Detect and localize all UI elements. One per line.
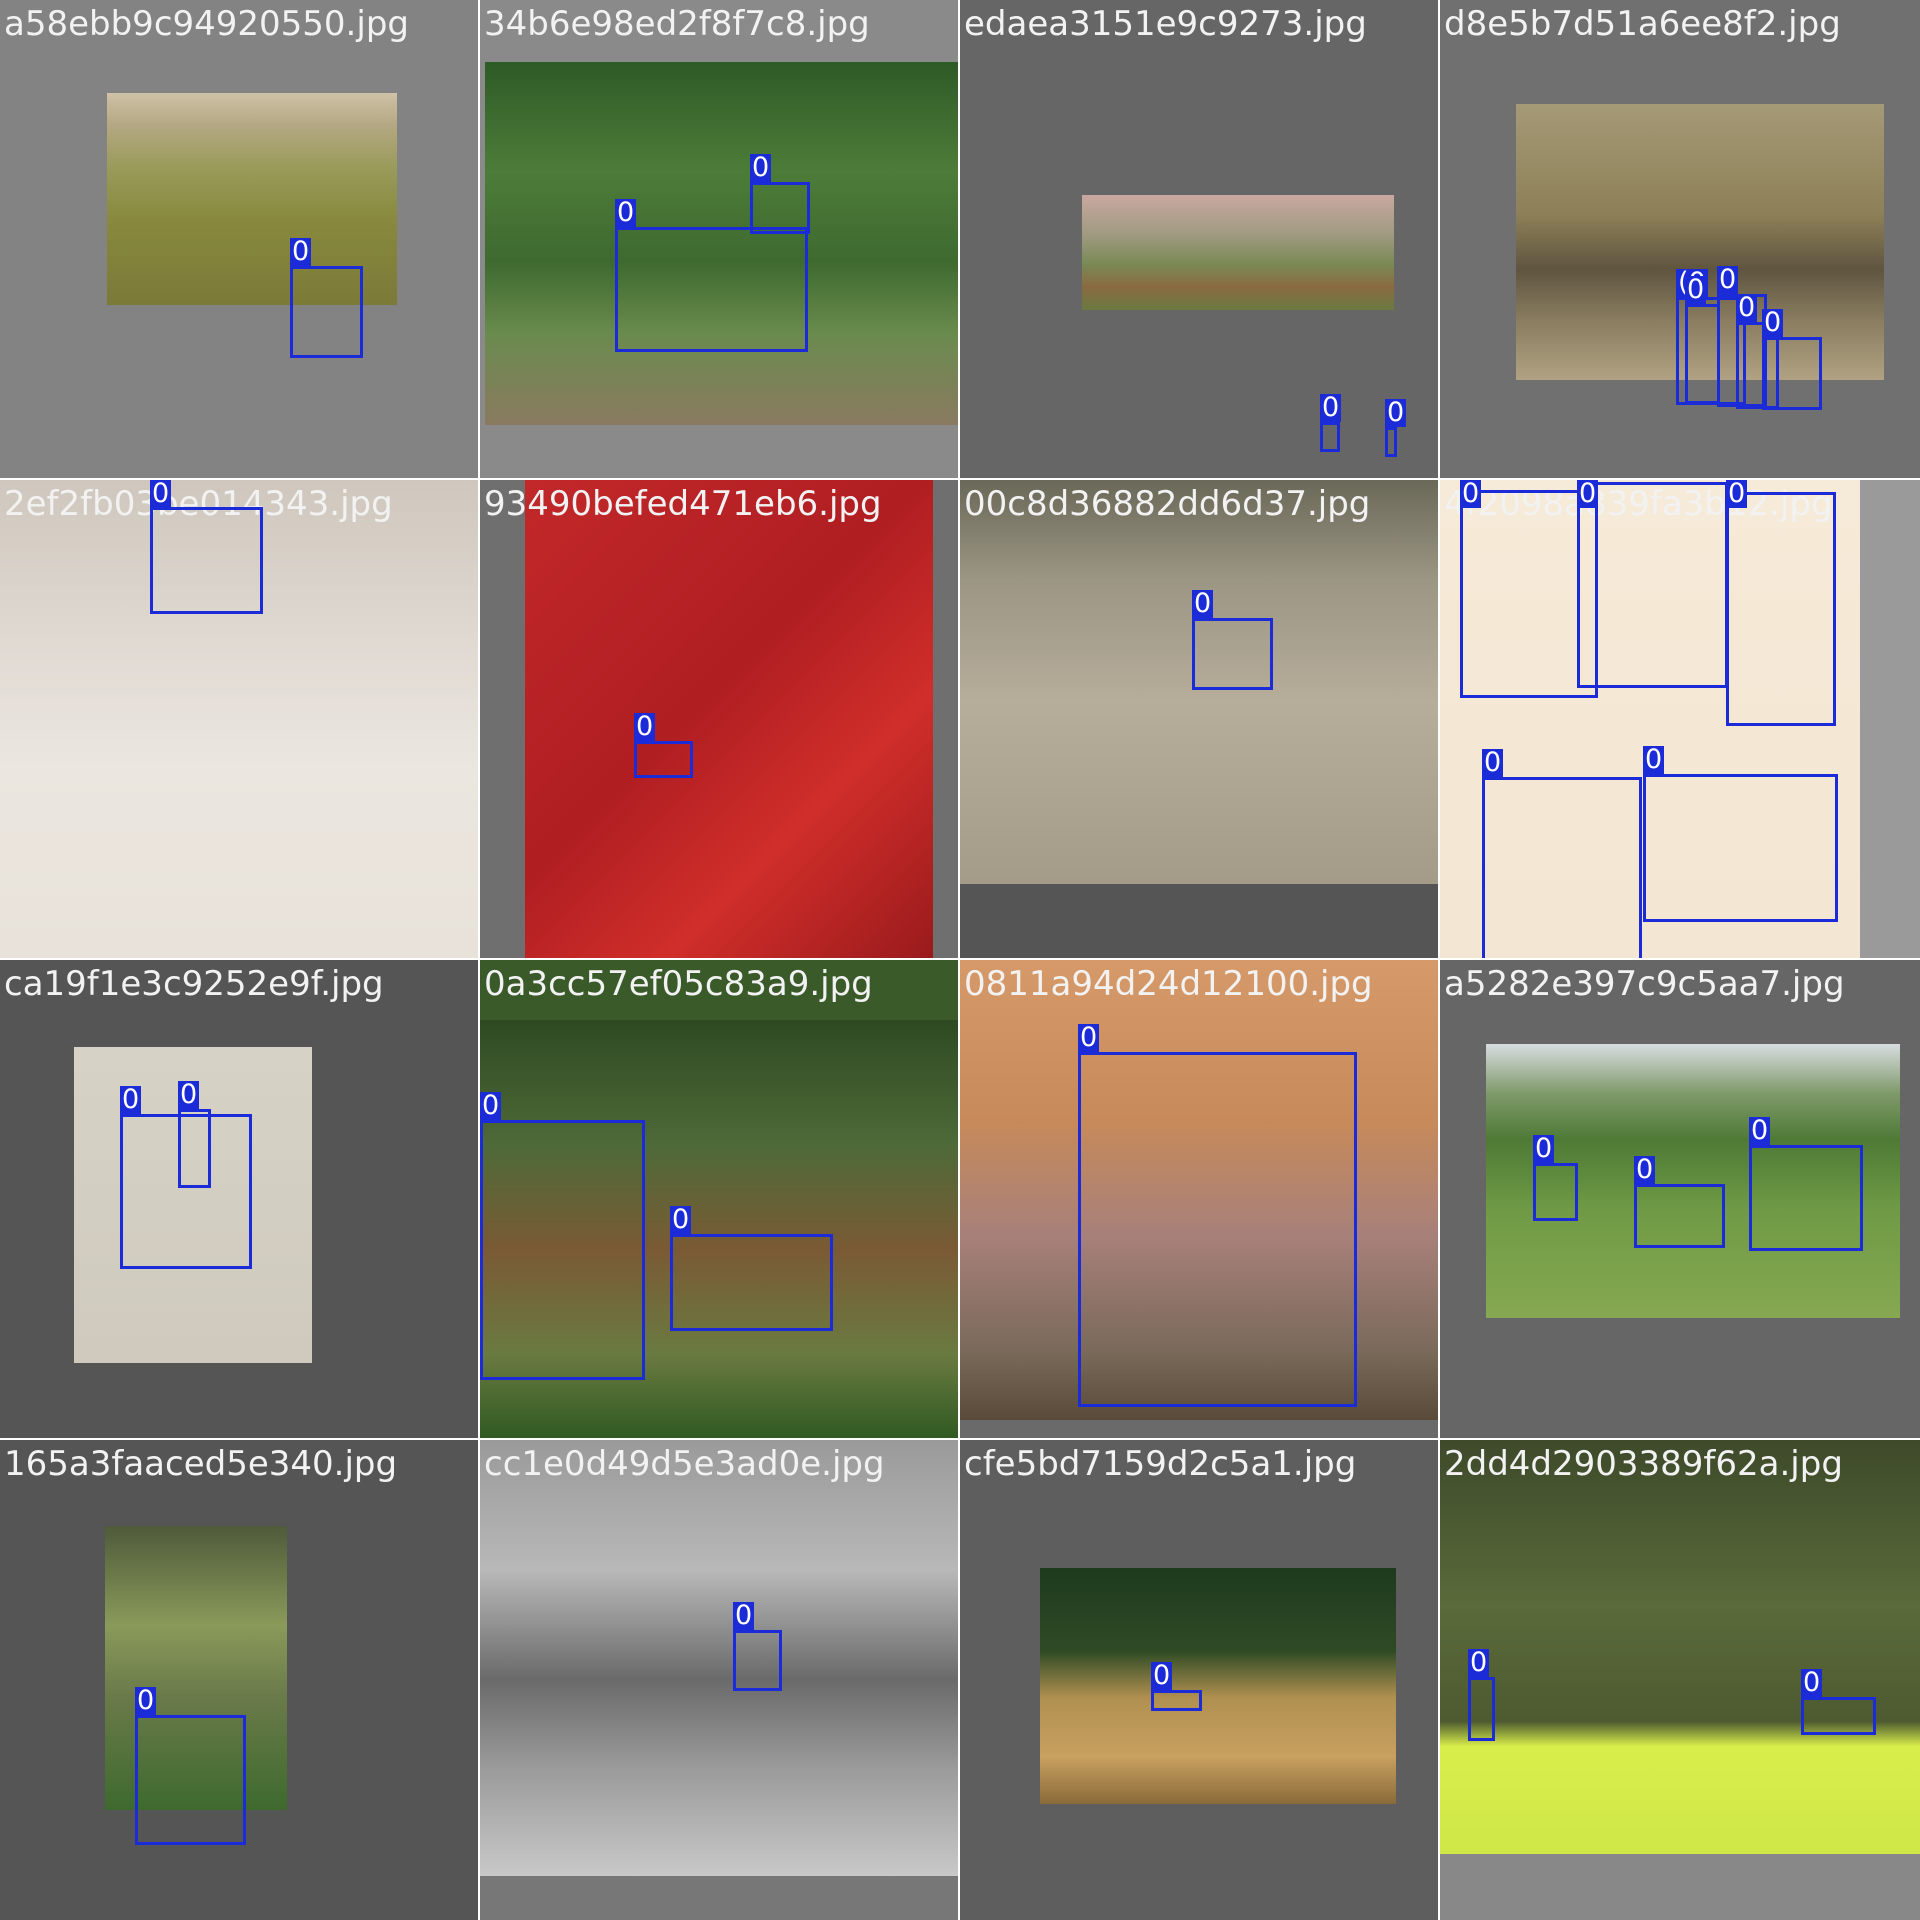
grid-tile[interactable]: 00c8d36882dd6d37.jpg 0 (960, 480, 1438, 958)
image-thumbnail[interactable] (1440, 1440, 1920, 1854)
image-filename: a58ebb9c94920550.jpg (4, 4, 409, 44)
image-thumbnail[interactable] (1040, 1568, 1396, 1804)
image-filename: 0a3cc57ef05c83a9.jpg (484, 964, 873, 1004)
detection-label: 0 (1726, 480, 1748, 509)
grid-tile[interactable]: 0a3cc57ef05c83a9.jpg 0 0 (480, 960, 958, 1438)
detection-label: 0 (1801, 1667, 1823, 1698)
detection-label: 0 (135, 1685, 157, 1716)
detection-label: 0 (1192, 588, 1214, 619)
detection-label: 0 (1468, 1647, 1490, 1678)
image-grid: a58ebb9c94920550.jpg 0 34b6e98ed2f8f7c8.jp… (0, 0, 1920, 1920)
image-filename: 00c8d36882dd6d37.jpg (964, 484, 1371, 524)
detection-label: 0 (1577, 480, 1599, 509)
grid-tile[interactable]: 2ef2fb03be014343.jpg 0 (0, 480, 478, 958)
grid-tile[interactable]: 165a3faaced5e340.jpg 0 (0, 1440, 478, 1920)
detection-box (1192, 618, 1273, 690)
detection-box (1482, 777, 1642, 958)
grid-tile[interactable]: 2dd4d2903389f62a.jpg 0 0 (1440, 1440, 1920, 1920)
detection-box (1468, 1677, 1495, 1741)
detection-label: 0 (1749, 1115, 1771, 1146)
detection-box (178, 1109, 211, 1188)
detection-label: 0 (1643, 744, 1665, 775)
detection-box (1078, 1052, 1357, 1407)
detection-label: 0 (634, 711, 656, 742)
grid-tile[interactable]: 0811a94d24d12100.jpg 0 (960, 960, 1438, 1438)
detection-label: 0 (670, 1204, 692, 1235)
detection-box (733, 1630, 782, 1691)
detection-label: 0 (178, 1079, 200, 1110)
detection-box (1643, 774, 1838, 922)
detection-box (1726, 492, 1836, 726)
grid-tile[interactable]: cfe5bd7159d2c5a1.jpg 0 (960, 1440, 1438, 1920)
detection-box (1320, 422, 1340, 452)
detection-box (634, 741, 693, 778)
image-thumbnail[interactable] (1082, 195, 1394, 310)
detection-label: 0 (1762, 307, 1784, 338)
detection-label: 0 (1460, 480, 1482, 509)
grid-tile[interactable]: cc1e0d49d5e3ad0e.jpg 0 (480, 1440, 958, 1920)
detection-box (1685, 304, 1720, 404)
detection-box (1749, 1145, 1863, 1251)
image-filename: 0811a94d24d12100.jpg (964, 964, 1373, 1004)
detection-label: 0 (750, 152, 772, 183)
detection-label: 0 (1151, 1660, 1173, 1691)
detection-label: 0 (1685, 274, 1707, 305)
detection-label: 0 (150, 480, 172, 509)
image-thumbnail[interactable] (480, 1440, 958, 1876)
image-filename: 93490befed471eb6.jpg (484, 484, 882, 524)
grid-tile[interactable]: 34b6e98ed2f8f7c8.jpg 0 0 (480, 0, 958, 478)
image-filename: edaea3151e9c9273.jpg (964, 4, 1367, 44)
detection-box (1762, 337, 1822, 410)
grid-tile[interactable]: 4f2098a839fa3b12.jpg 0 0 0 0 0 (1440, 480, 1920, 958)
detection-label: 0 (1320, 392, 1342, 423)
detection-label: 0 (1717, 264, 1739, 295)
detection-label: 0 (1482, 747, 1504, 778)
detection-label: 0 (120, 1084, 142, 1115)
detection-box (750, 182, 810, 234)
grid-tile[interactable]: d8e5b7d51a6ee8f2.jpg(00000 (1440, 0, 1920, 478)
image-filename: cc1e0d49d5e3ad0e.jpg (484, 1444, 885, 1484)
grid-tile[interactable]: edaea3151e9c9273.jpg 0 0 (960, 0, 1438, 478)
grid-tile[interactable]: 93490befed471eb6.jpg 0 (480, 480, 958, 958)
detection-box (670, 1234, 833, 1331)
grid-tile[interactable]: a58ebb9c94920550.jpg 0 (0, 0, 478, 478)
detection-box (1533, 1163, 1578, 1221)
detection-label: 0 (1736, 292, 1758, 323)
detection-box (135, 1715, 246, 1845)
detection-box (1385, 427, 1397, 457)
image-filename: a5282e397c9c5aa7.jpg (1444, 964, 1845, 1004)
detection-box (290, 266, 363, 358)
detection-label: 0 (1634, 1154, 1656, 1185)
detection-label: 0 (480, 1090, 502, 1121)
detection-box (1801, 1697, 1876, 1735)
image-filename: ca19f1e3c9252e9f.jpg (4, 964, 384, 1004)
detection-label: 0 (615, 197, 637, 228)
detection-box (1577, 482, 1728, 688)
detection-label: 0 (1078, 1022, 1100, 1053)
detection-box (1151, 1690, 1202, 1711)
image-thumbnail[interactable] (525, 480, 933, 958)
detection-label: 0 (1385, 397, 1407, 428)
image-filename: d8e5b7d51a6ee8f2.jpg (1444, 4, 1841, 44)
detection-label: 0 (1533, 1133, 1555, 1164)
grid-tile[interactable]: a5282e397c9c5aa7.jpg 0 0 0 (1440, 960, 1920, 1438)
image-filename: 165a3faaced5e340.jpg (4, 1444, 398, 1484)
image-filename: 2dd4d2903389f62a.jpg (1444, 1444, 1843, 1484)
detection-box (615, 227, 808, 352)
detection-box (1634, 1184, 1725, 1248)
detection-box (480, 1120, 645, 1380)
detection-label: 0 (733, 1600, 755, 1631)
detection-box (150, 507, 263, 614)
image-filename: cfe5bd7159d2c5a1.jpg (964, 1444, 1357, 1484)
detection-label: 0 (290, 236, 312, 267)
grid-tile[interactable]: ca19f1e3c9252e9f.jpg 0 0 (0, 960, 478, 1438)
image-filename: 34b6e98ed2f8f7c8.jpg (484, 4, 870, 44)
